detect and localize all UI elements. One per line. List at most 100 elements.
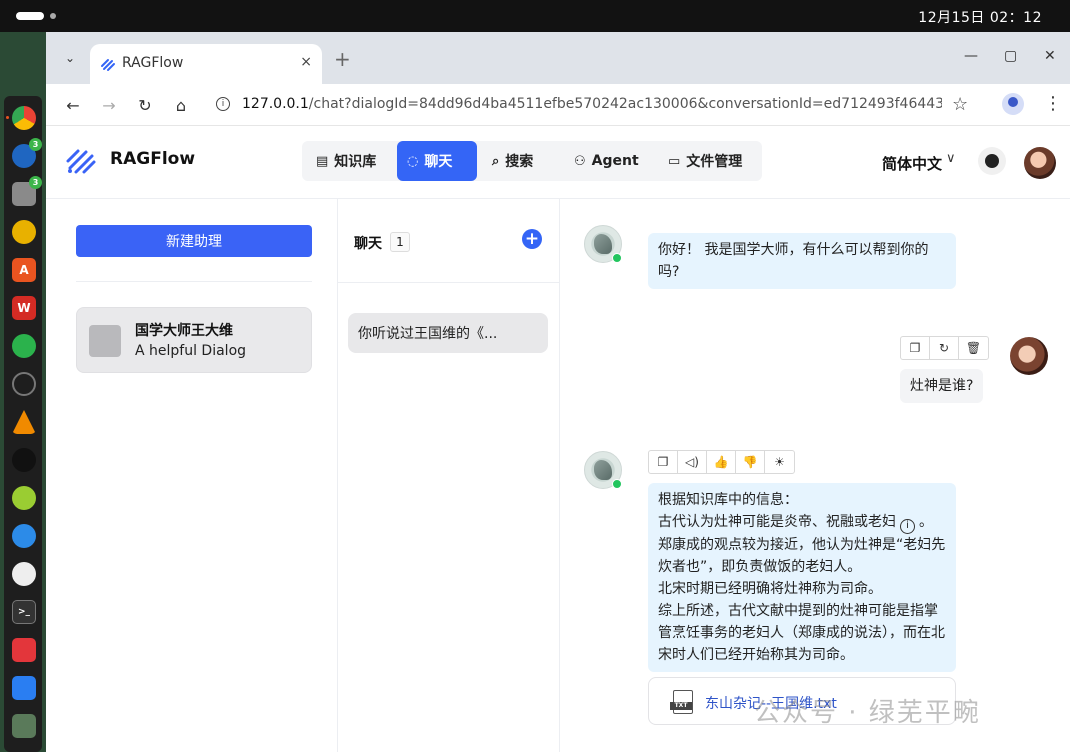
- system-clock[interactable]: 12月15日 02：12: [918, 7, 1042, 27]
- browser-menu-icon[interactable]: ⋮: [1044, 93, 1062, 114]
- back-icon[interactable]: ←: [62, 94, 84, 116]
- wechat-icon[interactable]: [12, 334, 36, 358]
- watermark-text: 公众号 · 绿芜平畹: [754, 698, 981, 728]
- add-conversation-icon[interactable]: +: [522, 229, 542, 249]
- assistant-name: 国学大师王大维: [135, 323, 233, 339]
- search-icon: ⌕: [492, 153, 500, 169]
- conversation-panel: 聊天 1 + 你听说过王国维的《...: [338, 199, 560, 752]
- conversation-count-badge: 1: [390, 232, 410, 252]
- nav-knowledge-base[interactable]: ▤ 知识库: [306, 141, 386, 181]
- user-message-actions: ❐ ↻ 🗑: [900, 336, 989, 360]
- nav-label: 知识库: [334, 154, 377, 170]
- url-host: 127.0.0.1: [242, 96, 309, 112]
- ubuntu-dock: 3 3 A W >_: [0, 32, 46, 752]
- language-selector[interactable]: 简体中文: [882, 153, 942, 174]
- workspace-dot: [50, 13, 56, 19]
- search-icon[interactable]: [12, 372, 36, 396]
- assistant-panel: 新建助理 国学大师王大维 A helpful Dialog: [46, 199, 338, 752]
- copy-icon[interactable]: ❐: [649, 451, 678, 473]
- xmind-icon[interactable]: [12, 638, 36, 662]
- database-icon: ▤: [316, 153, 329, 169]
- forward-icon[interactable]: →: [98, 94, 120, 116]
- ragflow-app: RAGFlow ▤ 知识库 ◌ 聊天 ⌕ 搜索 ⚇ Agent ▭ 文件管理 简…: [46, 127, 1070, 752]
- user-message: 灶神是谁?: [900, 369, 984, 403]
- online-indicator: [612, 253, 622, 263]
- assistant-description: A helpful Dialog: [135, 343, 247, 359]
- tab-ragflow[interactable]: RAGFlow ×: [90, 44, 322, 84]
- wps-icon[interactable]: W: [12, 296, 36, 320]
- lightbulb-icon[interactable]: ☀: [765, 451, 794, 473]
- thunderbird-icon[interactable]: 3: [12, 138, 42, 168]
- terminal-icon[interactable]: >_: [12, 600, 36, 624]
- conversation-item[interactable]: 你听说过王国维的《...: [348, 313, 548, 353]
- tab-search-icon[interactable]: ⌄: [60, 48, 80, 68]
- system-top-bar: 12月15日 02：12: [0, 0, 1070, 32]
- txt-file-icon: TXT: [670, 690, 693, 714]
- nav-agent[interactable]: ⚇ Agent: [564, 141, 649, 181]
- tab-close-icon[interactable]: ×: [300, 54, 312, 70]
- thumbs-up-icon[interactable]: 👍: [707, 451, 736, 473]
- reload-icon[interactable]: ↻: [134, 94, 156, 116]
- bot-message: 你好！ 我是国学大师，有什么可以帮到你的吗?: [648, 233, 956, 289]
- nav-chat[interactable]: ◌ 聊天: [397, 141, 477, 181]
- answer-line-end: 。: [919, 514, 933, 530]
- answer-line: 根据知识库中的信息：: [658, 492, 798, 508]
- baidunetdisk-icon[interactable]: [12, 676, 36, 700]
- running-indicator: [6, 116, 9, 119]
- nav-search[interactable]: ⌕ 搜索: [482, 141, 543, 181]
- bot-avatar: [584, 225, 622, 263]
- assistant-avatar: [89, 325, 121, 357]
- chat-icon: ◌: [407, 153, 419, 169]
- settings-icon[interactable]: [12, 562, 36, 586]
- speaker-icon[interactable]: ◁): [678, 451, 707, 473]
- close-window-icon[interactable]: ✕: [1044, 48, 1056, 64]
- files-icon[interactable]: 3: [12, 176, 42, 206]
- maximize-icon[interactable]: ▢: [1004, 48, 1017, 64]
- activities-indicator[interactable]: [16, 12, 44, 20]
- answer-line: 综上所述，古代文献中提到的灶神可能是指掌管烹饪事务的老妇人（郑康成的说法），而在…: [658, 602, 945, 663]
- copy-icon[interactable]: ❐: [901, 337, 930, 359]
- badge: 3: [29, 138, 42, 151]
- url-text[interactable]: 127.0.0.1/chat?dialogId=84dd96d4ba4511ef…: [242, 96, 942, 112]
- feishu-icon[interactable]: [12, 524, 36, 548]
- thumbs-down-icon[interactable]: 👎: [736, 451, 765, 473]
- browser-window: ⌄ RAGFlow × + — ▢ ✕ ← → ↻ ⌂ i 127.0.0.1/…: [46, 32, 1070, 752]
- chat-area: 你好！ 我是国学大师，有什么可以帮到你的吗? ❐ ↻ 🗑 灶神是谁? ❐ ◁) …: [560, 199, 1070, 752]
- assistant-card[interactable]: 国学大师王大维 A helpful Dialog: [76, 307, 312, 373]
- bookmark-star-icon[interactable]: ☆: [952, 94, 968, 115]
- brand-name: RAGFlow: [110, 149, 196, 169]
- info-icon[interactable]: i: [900, 518, 915, 534]
- nav-file-management[interactable]: ▭ 文件管理: [658, 141, 752, 181]
- bot-message-actions: ❐ ◁) 👍 👎 ☀: [648, 450, 795, 474]
- agent-icon: ⚇: [574, 153, 586, 169]
- github-mark: [985, 154, 999, 168]
- file-type-label: TXT: [670, 702, 692, 710]
- github-icon[interactable]: [978, 147, 1006, 175]
- delete-icon[interactable]: 🗑: [959, 337, 988, 359]
- qq-icon[interactable]: [12, 448, 36, 472]
- chevron-down-icon[interactable]: ∨: [946, 151, 956, 166]
- app-center-icon[interactable]: A: [12, 258, 36, 282]
- app-header: RAGFlow ▤ 知识库 ◌ 聊天 ⌕ 搜索 ⚇ Agent ▭ 文件管理 简…: [46, 127, 1070, 199]
- regenerate-icon[interactable]: ↻: [930, 337, 959, 359]
- new-assistant-button[interactable]: 新建助理: [76, 225, 312, 257]
- stack-icon[interactable]: [12, 714, 36, 738]
- address-bar[interactable]: i 127.0.0.1/chat?dialogId=84dd96d4ba4511…: [208, 88, 988, 122]
- bot-avatar: [584, 451, 622, 489]
- lemon-icon[interactable]: [12, 486, 36, 510]
- url-path: /chat?dialogId=84dd96d4ba4511efbe570242a…: [308, 96, 942, 112]
- profile-icon[interactable]: [1002, 93, 1024, 115]
- ragflow-favicon-icon: [101, 59, 115, 71]
- online-indicator: [612, 479, 622, 489]
- new-tab-button[interactable]: +: [334, 47, 351, 71]
- bot-answer: 根据知识库中的信息： 古代认为灶神可能是炎帝、祝融或老妇 i。 郑康成的观点较为接…: [648, 483, 956, 672]
- nav-label: 聊天: [424, 154, 453, 170]
- rhythmbox-icon[interactable]: [12, 220, 36, 244]
- avatar[interactable]: [1024, 147, 1056, 179]
- answer-line: 北宋时期已经明确将灶神称为司命。: [658, 580, 882, 597]
- site-info-icon[interactable]: i: [216, 97, 230, 111]
- minimize-icon[interactable]: —: [964, 48, 978, 64]
- chrome-icon[interactable]: [12, 106, 36, 130]
- home-icon[interactable]: ⌂: [170, 94, 192, 116]
- main-nav: ▤ 知识库 ◌ 聊天 ⌕ 搜索 ⚇ Agent ▭ 文件管理: [302, 141, 762, 181]
